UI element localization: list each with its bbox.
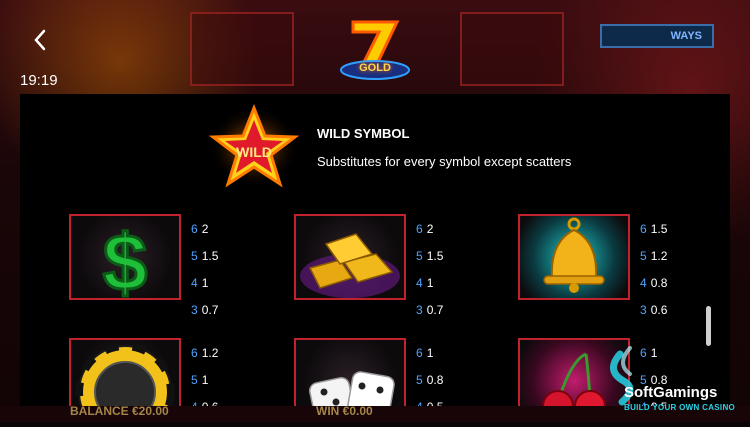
svg-text:$: $ [103,218,148,298]
logo-text: GOLD [359,62,391,74]
win-display: WIN €0.00 [316,404,373,418]
chip-symbol-icon [69,338,181,408]
chevron-left-icon [34,29,46,51]
dollar-pay-table: 62 5 1.5 41 3 0.7 [191,222,219,317]
ways-button[interactable]: WAYS [600,24,714,48]
clock: 19:19 [20,72,58,89]
wild-title: WILD SYMBOL [317,126,410,141]
wild-icon-label: WILD [236,144,272,160]
reel-background [190,12,294,86]
wild-description: Substitutes for every symbol except scat… [317,154,572,169]
chip-pay-table: 6 1.2 51 4 0.6 [191,346,219,408]
game-logo: GOLD [333,16,417,82]
gold-bars-symbol-icon [294,214,406,300]
bell-symbol-icon [518,214,630,300]
brand-tagline: BUILD YOUR OWN CASINO [624,403,736,412]
dollar-symbol-icon: $ [69,214,181,300]
brand-name: SoftGamings [624,384,718,401]
bell-pay-table: 6 1.5 5 1.2 4 0.8 3 0.6 [640,222,668,317]
dice-pay-table: 61 5 0.8 4 0.5 [416,346,444,408]
wild-symbol-icon: WILD [207,103,301,190]
dice-symbol-icon [294,338,406,408]
reel-background [460,12,564,86]
gold-bars-pay-table: 62 5 1.5 41 3 0.7 [416,222,444,317]
balance-display: BALANCE €20.00 [70,404,169,418]
back-button[interactable] [30,28,50,52]
